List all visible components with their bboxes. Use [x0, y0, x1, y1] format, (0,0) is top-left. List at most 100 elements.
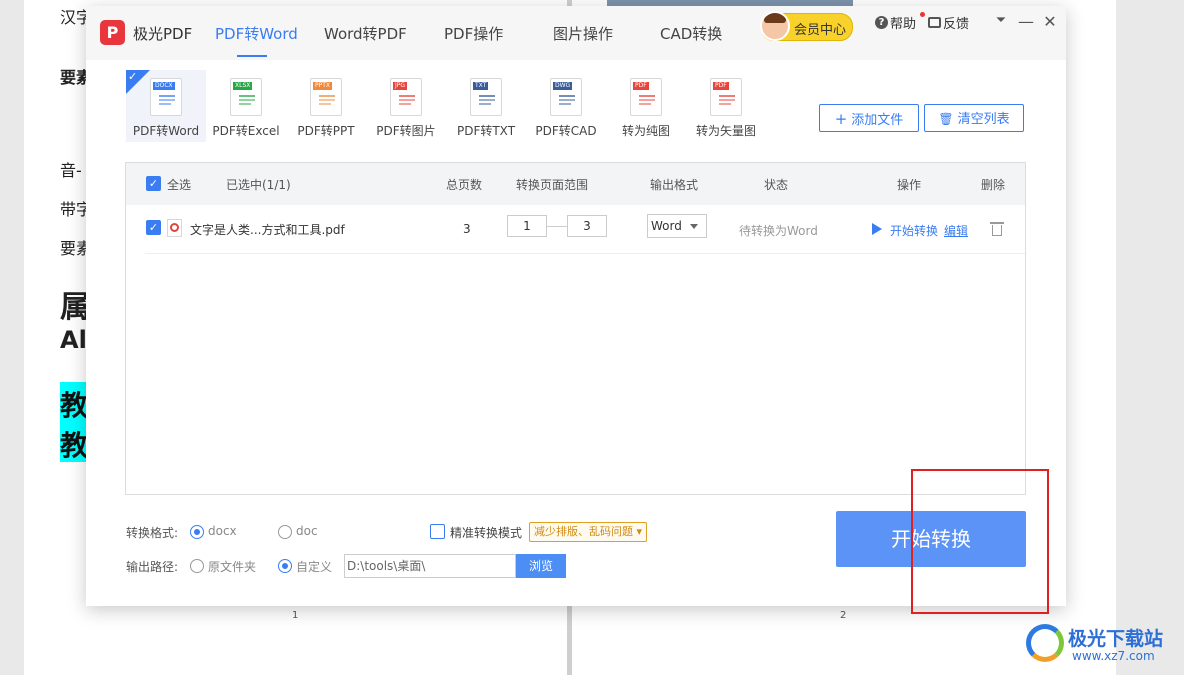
select-all-label: 全选	[167, 178, 192, 192]
chevron-down-icon	[690, 224, 698, 229]
header-status: 状态	[764, 178, 789, 192]
app-logo-icon: P	[100, 20, 125, 45]
notification-dot	[920, 12, 925, 17]
file-list-table: ✓ 全选 已选中(1/1) 总页数 转换页面范围 输出格式 状态 操作 删除 ✓…	[125, 162, 1026, 495]
tool-label: PDF转Excel	[212, 124, 280, 138]
file-glyph-icon	[559, 95, 575, 105]
vip-center-button[interactable]: 会员中心	[760, 11, 853, 41]
title-bar: P 极光PDF PDF转Word Word转PDF PDF操作 图片操作 CAD…	[86, 6, 1066, 60]
doc-highlight-text: 教	[60, 429, 89, 462]
file-type-icon: PPTX	[310, 78, 342, 116]
help-icon: ?	[875, 16, 888, 29]
start-row-conversion-link[interactable]: 开始转换	[890, 222, 938, 239]
output-format-select[interactable]: Word	[647, 214, 707, 238]
format-docx-radio[interactable]	[190, 525, 204, 539]
file-type-icon: PDF	[710, 78, 742, 116]
tool-pdf转excel[interactable]: XLSX PDF转Excel	[206, 70, 286, 142]
pdf-file-icon	[167, 219, 182, 237]
tab-word-to-pdf[interactable]: Word转PDF	[324, 23, 407, 44]
browse-button[interactable]: 浏览	[516, 554, 566, 578]
file-glyph-icon	[639, 95, 655, 105]
tool-pdf转图片[interactable]: JPG PDF转图片	[366, 70, 446, 142]
clear-list-button[interactable]: 🗑 清空列表	[924, 104, 1024, 132]
page-number-right: 2	[840, 610, 847, 621]
file-type-tag: PDF	[713, 82, 729, 90]
output-custom-radio[interactable]	[278, 559, 292, 573]
avatar	[760, 11, 790, 41]
minimize-button[interactable]: —	[1017, 12, 1035, 31]
file-type-icon: TXT	[470, 78, 502, 116]
tool-pdf转cad[interactable]: DWG PDF转CAD	[526, 70, 606, 142]
check-icon: ✓	[128, 70, 138, 83]
tool-pdf转ppt[interactable]: PPTX PDF转PPT	[286, 70, 366, 142]
tab-cad-conversion[interactable]: CAD转换	[660, 23, 722, 44]
file-type-tag: PPTX	[313, 82, 333, 90]
output-path-label: 输出路径:	[126, 560, 179, 574]
add-files-button[interactable]: + 添加文件	[819, 104, 919, 132]
close-button[interactable]: ✕	[1041, 12, 1059, 31]
file-type-icon: JPG	[390, 78, 422, 116]
help-button[interactable]: ? 帮助	[875, 13, 916, 32]
header-actions: 操作	[897, 178, 922, 192]
message-icon	[928, 17, 941, 28]
header-page-range: 转换页面范围	[516, 178, 589, 192]
file-glyph-icon	[319, 95, 335, 105]
tool-转为纯图[interactable]: PDF 转为纯图	[606, 70, 686, 142]
site-watermark: 极光下载站 www.xz7.com	[1026, 622, 1176, 667]
start-conversion-button[interactable]: 开始转换	[836, 511, 1026, 567]
menu-dropdown-icon[interactable]: ⏷	[992, 13, 1010, 28]
output-original-label: 原文件夹	[208, 560, 257, 574]
range-to-input[interactable]: 3	[567, 215, 607, 237]
delete-row-icon[interactable]	[990, 222, 1004, 236]
file-glyph-icon	[239, 95, 255, 105]
file-type-icon: DOCX	[150, 78, 182, 116]
precise-mode-label: 精准转换模式	[450, 526, 523, 540]
table-row: ✓ 文字是人类...方式和工具.pdf 3 1 3 Word 待转换为Word …	[145, 205, 1025, 254]
tool-pdf转txt[interactable]: TXT PDF转TXT	[446, 70, 526, 142]
file-type-tag: DOCX	[153, 82, 175, 90]
page-number-left: 1	[292, 610, 299, 621]
file-type-tag: TXT	[473, 82, 489, 90]
format-doc-label: doc	[296, 524, 318, 538]
tool-pdf转word[interactable]: ✓ DOCX PDF转Word	[126, 70, 206, 142]
format-label: 转换格式:	[126, 526, 179, 540]
active-tab-indicator	[237, 55, 267, 57]
doc-text-line: 音-	[60, 161, 82, 180]
output-original-radio[interactable]	[190, 559, 204, 573]
format-doc-radio[interactable]	[278, 525, 292, 539]
tool-label: 转为纯图	[621, 124, 670, 138]
select-all-checkbox[interactable]: ✓	[146, 176, 161, 191]
watermark-logo-icon	[1026, 624, 1064, 662]
range-from-input[interactable]: 1	[507, 215, 547, 237]
header-delete: 删除	[981, 178, 1006, 192]
file-glyph-icon	[399, 95, 415, 105]
add-files-label: 添加文件	[851, 113, 904, 128]
plus-icon: +	[834, 110, 848, 128]
app-name: 极光PDF	[133, 25, 193, 43]
doc-highlight-text: 教	[60, 389, 89, 422]
output-path-input[interactable]: D:\tools\桌面\	[344, 554, 516, 578]
tool-label: PDF转CAD	[535, 124, 597, 138]
feedback-button[interactable]: 反馈	[928, 13, 969, 32]
header-total-pages: 总页数	[446, 178, 483, 192]
tool-label: PDF转图片	[376, 124, 436, 138]
tab-pdf-to-word[interactable]: PDF转Word	[215, 23, 298, 44]
tool-label: PDF转TXT	[456, 124, 516, 138]
row-checkbox[interactable]: ✓	[146, 220, 161, 235]
file-type-tag: DWG	[553, 82, 573, 90]
watermark-title: 极光下载站	[1068, 628, 1164, 650]
file-name: 文字是人类...方式和工具.pdf	[190, 223, 345, 237]
play-icon[interactable]	[872, 223, 882, 235]
precise-mode-tip[interactable]: 减少排版、乱码问题 ▾	[529, 522, 648, 542]
output-format-value: Word	[651, 219, 682, 233]
header-output-format: 输出格式	[650, 178, 699, 192]
tab-pdf-operations[interactable]: PDF操作	[444, 23, 503, 44]
doc-heading: Al	[60, 326, 87, 354]
edit-link[interactable]: 编辑	[944, 222, 968, 239]
trash-icon: 🗑	[938, 112, 954, 126]
tool-label: PDF转PPT	[297, 124, 355, 138]
tab-image-operations[interactable]: 图片操作	[553, 23, 613, 44]
precise-mode-checkbox[interactable]	[430, 524, 445, 539]
tool-转为矢量图[interactable]: PDF 转为矢量图	[686, 70, 766, 142]
file-type-tag: XLSX	[233, 82, 253, 90]
